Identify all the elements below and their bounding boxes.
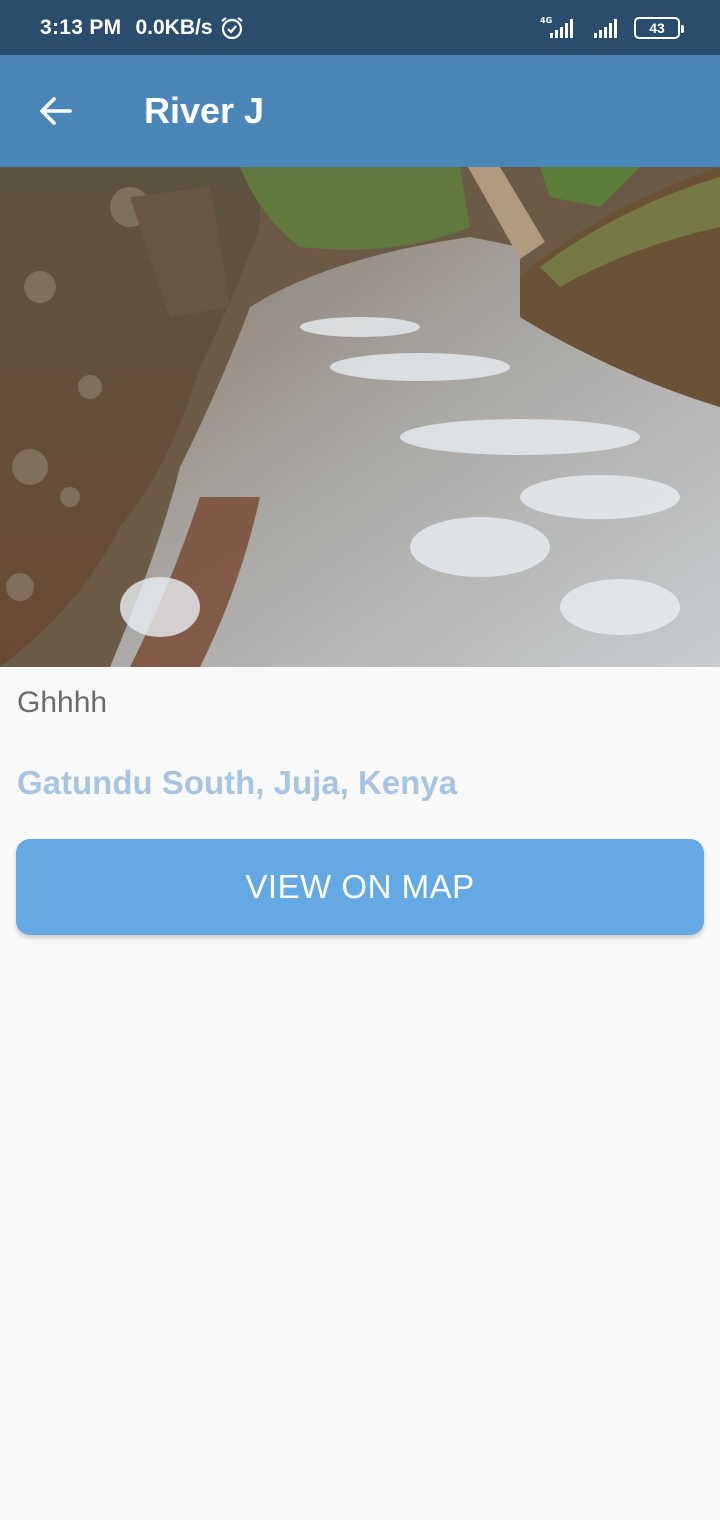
- river-photo: [0, 167, 720, 667]
- battery-icon: 43: [634, 16, 684, 39]
- arrow-left-icon: [40, 97, 72, 125]
- battery-level: 43: [649, 19, 665, 36]
- network-type-label: 4G: [540, 16, 552, 25]
- network-speed: 0.0KB/s: [135, 15, 213, 39]
- view-on-map-button[interactable]: VIEW ON MAP: [16, 839, 704, 935]
- app-bar: River J: [0, 55, 720, 167]
- river-location: Gatundu South, Juja, Kenya: [17, 764, 458, 801]
- status-time: 3:13 PM: [40, 15, 122, 39]
- river-description: Ghhhh: [17, 686, 108, 719]
- status-icons: 4G 43: [538, 15, 684, 41]
- back-button[interactable]: [0, 55, 112, 167]
- page-title: River J: [144, 90, 265, 131]
- signal-4g-icon: 4G: [540, 16, 573, 38]
- alarm-icon: [220, 16, 243, 39]
- status-bar: 3:13 PM 0.0KB/s 4G 43: [0, 0, 720, 55]
- river-photo-drawing: [0, 167, 720, 667]
- signal-icon: [594, 18, 617, 38]
